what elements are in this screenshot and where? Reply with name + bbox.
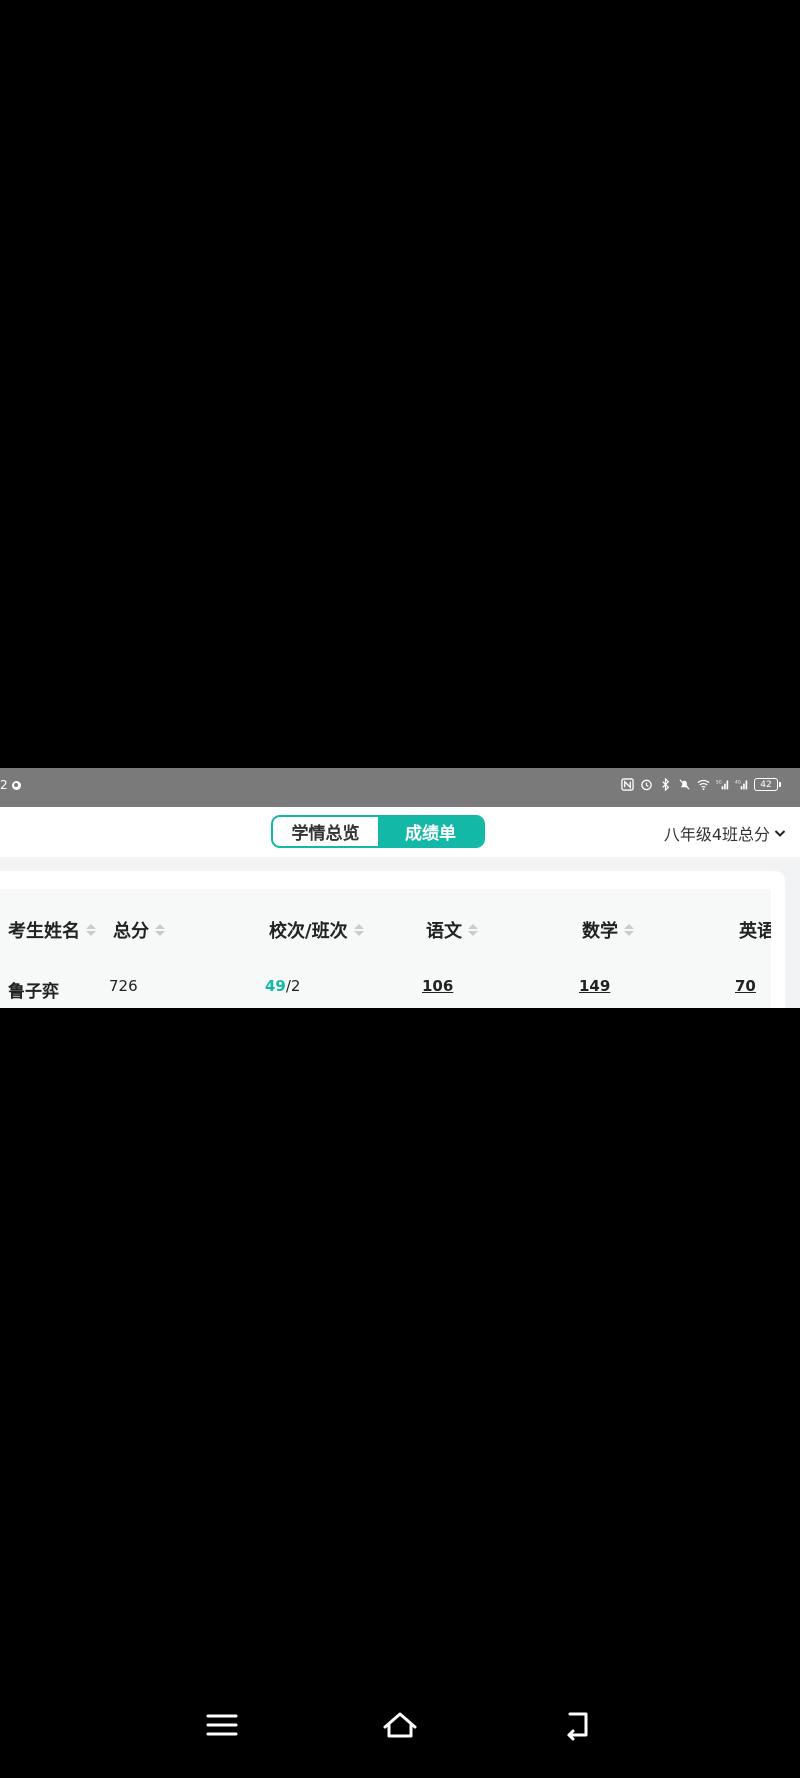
status-bar: 2 5G 4G 42 — [0, 768, 800, 807]
status-time-fragment: 2 — [0, 778, 8, 792]
cell-math-score[interactable]: 149 — [579, 977, 610, 995]
alarm-icon — [640, 778, 653, 791]
screen: 2 5G 4G 42 学情总览 成绩单 八年级4班总分 考生姓名 总分 校次/班… — [0, 0, 800, 1778]
nfc-icon — [621, 778, 634, 791]
column-header-rank[interactable]: 校次/班次 — [269, 917, 364, 943]
battery-icon: 42 — [754, 778, 781, 791]
sort-icon — [468, 924, 478, 936]
tab-score-sheet[interactable]: 成绩单 — [378, 817, 483, 846]
back-button[interactable] — [553, 1700, 603, 1750]
school-rank: 49 — [265, 977, 286, 995]
class-selector[interactable]: 八年级4班总分 — [664, 821, 786, 845]
column-header-label: 校次/班次 — [269, 921, 348, 942]
menu-icon — [206, 1714, 238, 1736]
home-button[interactable] — [375, 1700, 425, 1750]
column-header-chinese[interactable]: 语文 — [426, 917, 478, 943]
bluetooth-icon — [659, 778, 672, 791]
notification-dot-icon — [11, 780, 21, 790]
chevron-down-icon — [774, 830, 786, 837]
sort-icon — [353, 924, 364, 936]
mute-icon — [678, 778, 691, 791]
column-header-label: 数学 — [582, 921, 618, 942]
status-icons: 5G 4G 42 — [621, 778, 781, 791]
status-left: 2 — [0, 778, 21, 792]
content-area: 考生姓名 总分 校次/班次 语文 数学 英语 鲁子弈 726 49 /2 106… — [0, 857, 800, 1008]
score-card: 考生姓名 总分 校次/班次 语文 数学 英语 鲁子弈 726 49 /2 106… — [0, 871, 785, 1008]
view-switch: 学情总览 成绩单 — [271, 815, 485, 848]
system-nav-bar — [0, 1700, 800, 1760]
column-header-name[interactable]: 考生姓名 — [8, 917, 96, 943]
cell-total-score: 726 — [109, 977, 138, 995]
column-header-label: 语文 — [426, 921, 462, 942]
column-header-label: 总分 — [113, 921, 149, 942]
cell-chinese-score[interactable]: 106 — [422, 977, 453, 995]
back-icon — [567, 1712, 588, 1741]
cell-english-score[interactable]: 70 — [735, 977, 756, 995]
home-icon — [383, 1712, 417, 1738]
column-header-label: 考生姓名 — [8, 921, 80, 942]
column-header-math[interactable]: 数学 — [582, 917, 634, 943]
sort-icon — [86, 924, 96, 936]
cell-rank: 49/2 — [265, 977, 300, 995]
column-header-english[interactable]: 英语 — [739, 917, 771, 943]
class-selector-label: 八年级4班总分 — [663, 825, 770, 844]
score-table[interactable]: 考生姓名 总分 校次/班次 语文 数学 英语 鲁子弈 726 49 /2 106… — [0, 889, 771, 1008]
signal-4g-icon: 4G — [735, 778, 748, 791]
sort-icon — [155, 924, 165, 936]
signal-5g-icon: 5G — [716, 778, 729, 791]
class-rank: /2 — [285, 977, 301, 995]
column-header-total[interactable]: 总分 — [113, 917, 165, 943]
svg-text:5G: 5G — [716, 780, 722, 785]
app-header: 学情总览 成绩单 八年级4班总分 — [0, 807, 800, 857]
wifi-icon — [697, 778, 710, 791]
menu-button[interactable] — [197, 1700, 247, 1750]
svg-text:4G: 4G — [735, 780, 741, 785]
column-header-label: 英语 — [739, 921, 771, 942]
sort-icon — [624, 924, 634, 936]
cell-student-name: 鲁子弈 — [8, 982, 59, 1002]
tab-overview[interactable]: 学情总览 — [273, 817, 378, 846]
